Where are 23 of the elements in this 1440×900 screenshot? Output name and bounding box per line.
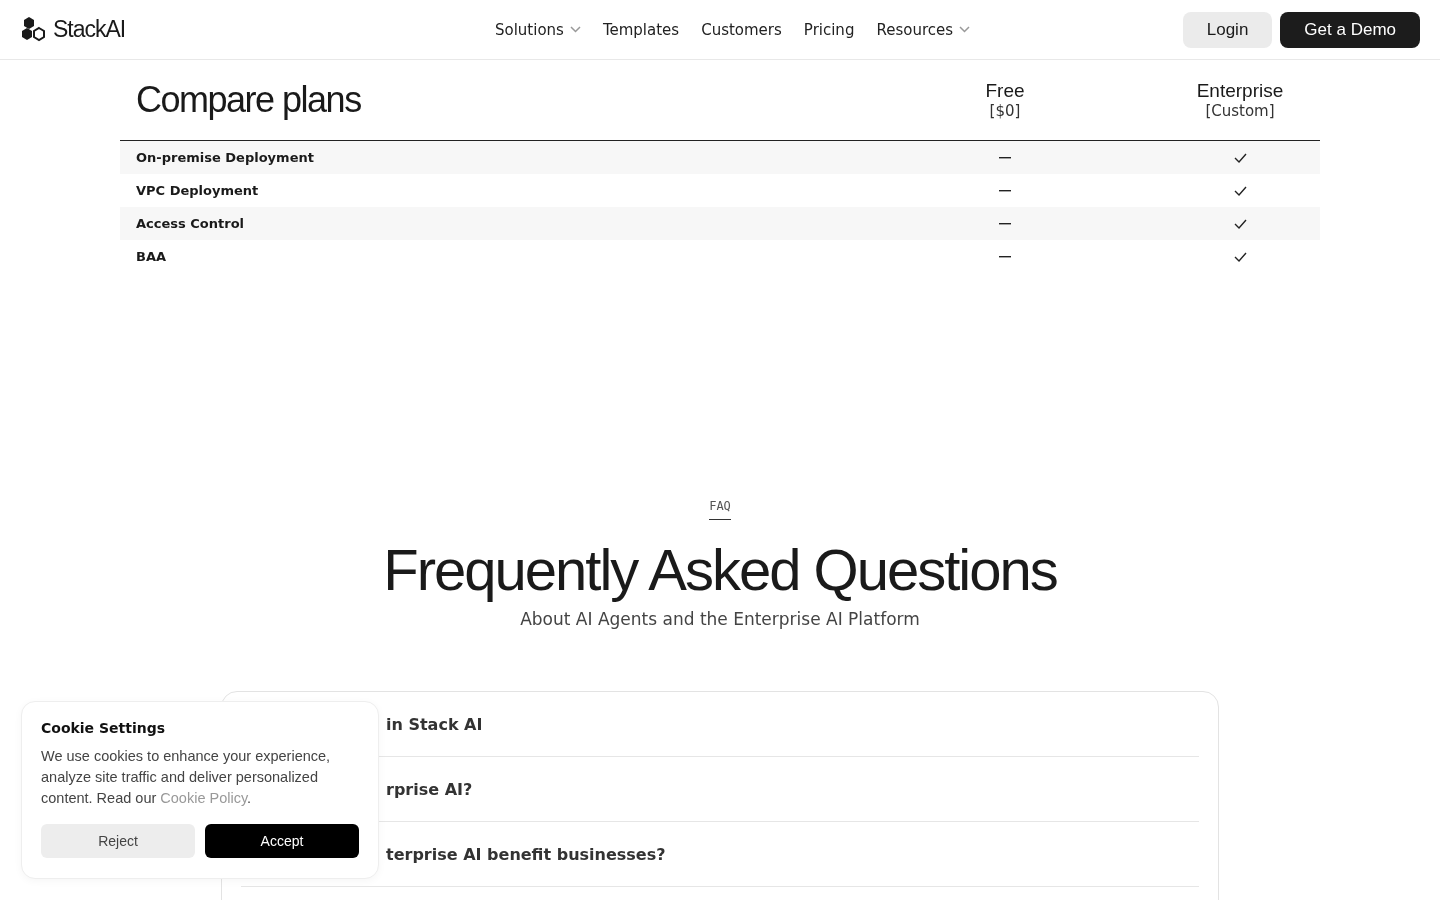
plan-name: Enterprise: [1196, 80, 1284, 102]
nav-link[interactable]: Templates: [602, 20, 680, 39]
reject-button[interactable]: Reject: [41, 824, 195, 858]
demo-button[interactable]: Get a Demo: [1280, 11, 1420, 48]
nav-link[interactable]: Resources: [876, 20, 970, 39]
feature-name: VPC Deployment: [135, 183, 260, 198]
nav-link[interactable]: Customers: [701, 20, 782, 39]
section-eyebrow: FAQ: [709, 499, 731, 520]
feature-name: On-premise Deployment: [135, 150, 315, 165]
logo-wordmark[interactable]: StackAI: [53, 16, 126, 43]
accept-button[interactable]: Accept: [205, 824, 359, 858]
faq-subtitle: About AI Agents and the Enterprise AI Platform: [520, 609, 920, 629]
nav-link[interactable]: Pricing: [803, 20, 855, 39]
cookie-title: Cookie Settings: [41, 720, 167, 736]
nav-link[interactable]: Solutions: [494, 20, 581, 39]
plan-name: Free: [985, 80, 1025, 102]
faq-title: Frequently Asked Questions: [383, 536, 1057, 603]
feature-name: BAA: [135, 249, 168, 264]
section-title: Compare plans: [135, 79, 362, 121]
plan-price: [Custom]: [1205, 102, 1275, 120]
login-button[interactable]: Login: [1182, 11, 1273, 48]
feature-name: Access Control: [135, 216, 246, 231]
plan-price: [$0]: [989, 102, 1021, 120]
